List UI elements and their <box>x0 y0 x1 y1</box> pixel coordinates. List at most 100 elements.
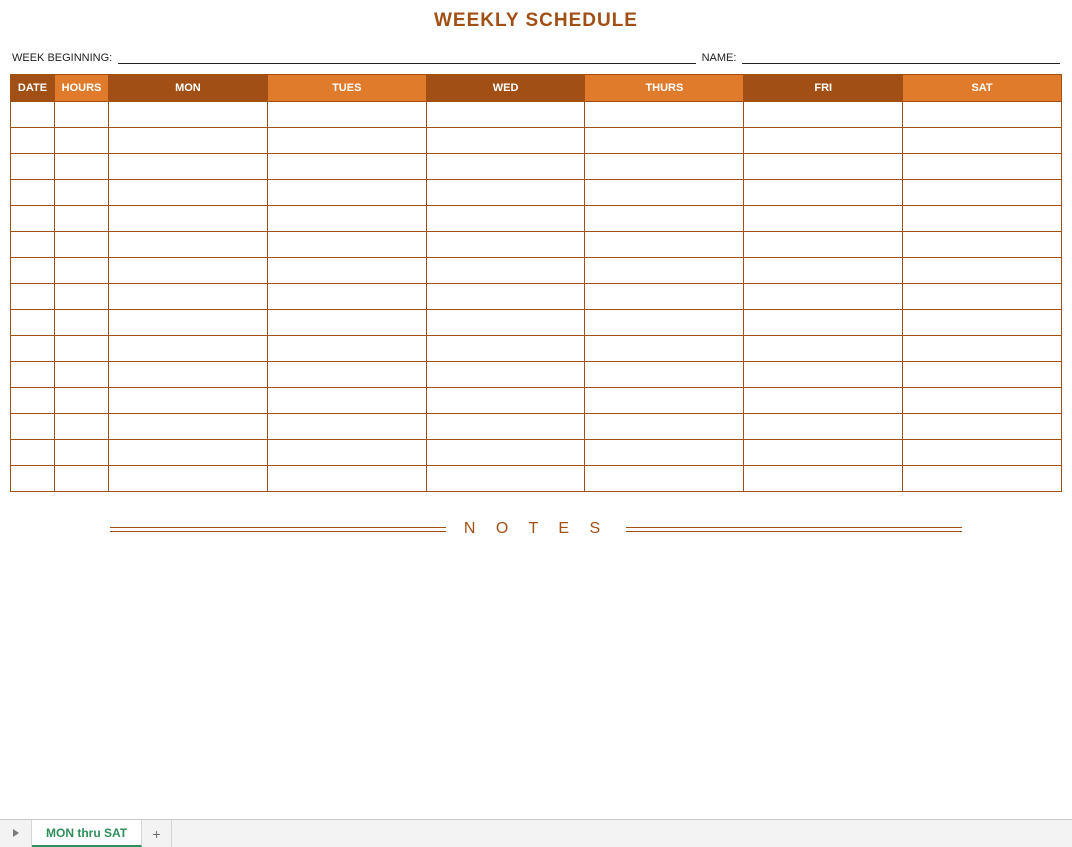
table-cell[interactable] <box>585 258 744 284</box>
table-cell[interactable] <box>744 128 903 154</box>
table-cell[interactable] <box>55 440 109 466</box>
table-cell[interactable] <box>744 440 903 466</box>
table-cell[interactable] <box>585 180 744 206</box>
tab-nav-button[interactable] <box>0 820 32 847</box>
table-cell[interactable] <box>11 466 55 492</box>
table-cell[interactable] <box>55 388 109 414</box>
table-cell[interactable] <box>426 336 585 362</box>
table-cell[interactable] <box>267 310 426 336</box>
table-cell[interactable] <box>267 284 426 310</box>
table-cell[interactable] <box>585 284 744 310</box>
table-cell[interactable] <box>11 206 55 232</box>
table-cell[interactable] <box>585 102 744 128</box>
table-cell[interactable] <box>585 232 744 258</box>
table-cell[interactable] <box>903 258 1062 284</box>
table-cell[interactable] <box>585 128 744 154</box>
table-cell[interactable] <box>55 310 109 336</box>
table-cell[interactable] <box>109 310 268 336</box>
table-cell[interactable] <box>55 258 109 284</box>
table-cell[interactable] <box>11 180 55 206</box>
table-cell[interactable] <box>109 232 268 258</box>
table-cell[interactable] <box>426 440 585 466</box>
table-cell[interactable] <box>11 414 55 440</box>
table-cell[interactable] <box>903 310 1062 336</box>
table-cell[interactable] <box>109 128 268 154</box>
table-cell[interactable] <box>109 414 268 440</box>
table-cell[interactable] <box>109 102 268 128</box>
table-cell[interactable] <box>903 284 1062 310</box>
table-cell[interactable] <box>55 180 109 206</box>
table-cell[interactable] <box>426 128 585 154</box>
table-cell[interactable] <box>109 362 268 388</box>
table-cell[interactable] <box>11 232 55 258</box>
table-cell[interactable] <box>585 388 744 414</box>
table-cell[interactable] <box>903 154 1062 180</box>
table-cell[interactable] <box>426 362 585 388</box>
table-cell[interactable] <box>55 154 109 180</box>
table-cell[interactable] <box>109 258 268 284</box>
table-cell[interactable] <box>426 206 585 232</box>
table-cell[interactable] <box>585 362 744 388</box>
sheet-tab-active[interactable]: MON thru SAT <box>32 820 142 847</box>
table-cell[interactable] <box>267 232 426 258</box>
table-cell[interactable] <box>267 414 426 440</box>
table-cell[interactable] <box>267 440 426 466</box>
table-cell[interactable] <box>267 102 426 128</box>
table-cell[interactable] <box>903 388 1062 414</box>
table-cell[interactable] <box>55 284 109 310</box>
table-cell[interactable] <box>426 414 585 440</box>
table-cell[interactable] <box>744 232 903 258</box>
table-cell[interactable] <box>11 336 55 362</box>
table-cell[interactable] <box>744 154 903 180</box>
table-cell[interactable] <box>426 154 585 180</box>
table-cell[interactable] <box>903 336 1062 362</box>
table-cell[interactable] <box>744 336 903 362</box>
week-beginning-input[interactable] <box>118 50 695 64</box>
table-cell[interactable] <box>11 154 55 180</box>
table-cell[interactable] <box>267 206 426 232</box>
table-cell[interactable] <box>109 440 268 466</box>
table-cell[interactable] <box>267 388 426 414</box>
table-cell[interactable] <box>903 362 1062 388</box>
table-cell[interactable] <box>585 336 744 362</box>
table-cell[interactable] <box>744 180 903 206</box>
table-cell[interactable] <box>426 102 585 128</box>
table-cell[interactable] <box>585 154 744 180</box>
table-cell[interactable] <box>55 336 109 362</box>
table-cell[interactable] <box>585 466 744 492</box>
name-input[interactable] <box>742 50 1060 64</box>
table-cell[interactable] <box>55 128 109 154</box>
table-cell[interactable] <box>585 206 744 232</box>
table-cell[interactable] <box>426 232 585 258</box>
table-cell[interactable] <box>744 284 903 310</box>
table-cell[interactable] <box>11 128 55 154</box>
table-cell[interactable] <box>903 128 1062 154</box>
table-cell[interactable] <box>903 466 1062 492</box>
table-cell[interactable] <box>267 336 426 362</box>
table-cell[interactable] <box>109 466 268 492</box>
table-cell[interactable] <box>55 414 109 440</box>
table-cell[interactable] <box>903 414 1062 440</box>
table-cell[interactable] <box>109 154 268 180</box>
table-cell[interactable] <box>11 388 55 414</box>
table-cell[interactable] <box>903 102 1062 128</box>
table-cell[interactable] <box>267 362 426 388</box>
table-cell[interactable] <box>426 388 585 414</box>
table-cell[interactable] <box>55 466 109 492</box>
table-cell[interactable] <box>11 102 55 128</box>
table-cell[interactable] <box>267 466 426 492</box>
table-cell[interactable] <box>11 258 55 284</box>
table-cell[interactable] <box>426 258 585 284</box>
table-cell[interactable] <box>267 154 426 180</box>
table-cell[interactable] <box>585 414 744 440</box>
table-cell[interactable] <box>109 388 268 414</box>
table-cell[interactable] <box>744 362 903 388</box>
table-cell[interactable] <box>55 102 109 128</box>
table-cell[interactable] <box>744 414 903 440</box>
table-cell[interactable] <box>11 310 55 336</box>
table-cell[interactable] <box>11 284 55 310</box>
table-cell[interactable] <box>744 466 903 492</box>
table-cell[interactable] <box>426 284 585 310</box>
table-cell[interactable] <box>267 258 426 284</box>
table-cell[interactable] <box>109 284 268 310</box>
